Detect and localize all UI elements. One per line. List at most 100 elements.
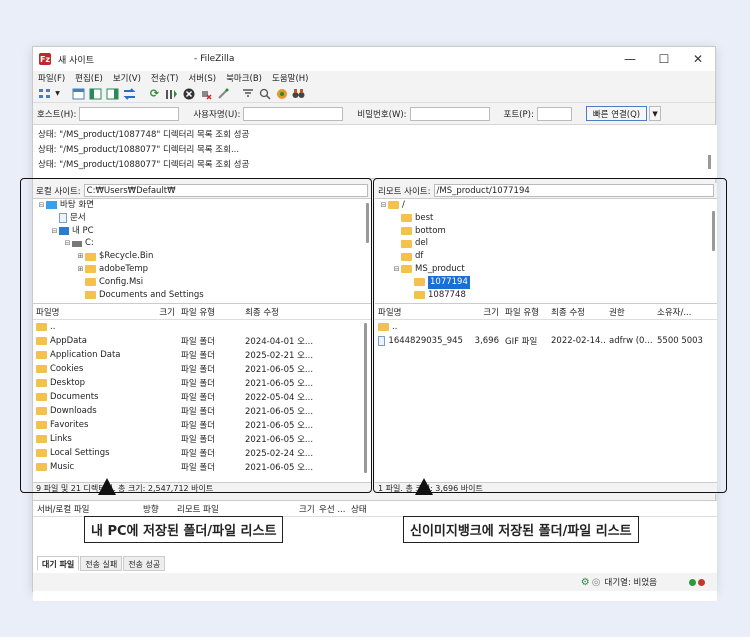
minimize-button[interactable]: — xyxy=(613,52,647,66)
toggle-queue-icon[interactable] xyxy=(122,86,137,101)
refresh-icon[interactable]: ⟳ xyxy=(147,86,162,101)
local-tree-scrollbar[interactable] xyxy=(366,203,369,243)
tree-item-bottom[interactable]: bottom xyxy=(375,225,717,238)
col-type[interactable]: 파일 유형 xyxy=(175,306,245,318)
table-row[interactable]: Cookies 파일 폴더 2021-06-05 오... xyxy=(33,362,371,376)
cancel-icon[interactable] xyxy=(181,86,196,101)
col-status[interactable]: 상태 xyxy=(351,503,391,515)
col-permissions[interactable]: 권한 xyxy=(605,306,653,318)
table-row[interactable]: AppData 파일 폴더 2024-04-01 오... xyxy=(33,334,371,348)
folder-icon xyxy=(85,265,96,274)
port-input[interactable] xyxy=(536,106,572,121)
filter-icon[interactable] xyxy=(240,86,255,101)
local-tree: ⊟ 바탕 화면 문서 ⊟ 내 PC ⊟ C: ⊞ $Recycle.Bin ⊞ adobe… xyxy=(33,199,371,304)
maximize-button[interactable]: ☐ xyxy=(647,52,681,66)
table-row[interactable]: .. xyxy=(375,320,717,334)
col-filename[interactable]: 파일명 xyxy=(33,306,153,318)
menu-bookmarks[interactable]: 북마크(B) xyxy=(226,72,262,84)
table-row[interactable]: Downloads 파일 폴더 2021-06-05 오... xyxy=(33,404,371,418)
col-modified[interactable]: 최종 수정 xyxy=(547,306,605,318)
local-pane: 로컬 사이트: C:₩Users₩Default₩ ⊟ 바탕 화면 문서 ⊟ 내 P… xyxy=(33,183,371,494)
col-owner[interactable]: 소유자/... xyxy=(653,306,703,318)
local-status: 9 파일 및 21 디렉터리. 총 크기: 2,547,712 바이트 xyxy=(33,482,371,494)
table-row[interactable]: Local Settings 파일 폴더 2025-02-24 오... xyxy=(33,446,371,460)
tree-item-my-pc[interactable]: ⊟ 내 PC xyxy=(33,225,371,238)
tree-item-recycle-bin[interactable]: ⊞ $Recycle.Bin xyxy=(33,250,371,263)
tree-item-1077194[interactable]: 1077194 xyxy=(375,275,717,289)
tree-item-root[interactable]: ⊟ / xyxy=(375,199,717,212)
tab-successful-transfers[interactable]: 전송 성공 xyxy=(123,556,166,571)
host-input[interactable] xyxy=(79,106,180,121)
quickconnect-dropdown[interactable]: ▼ xyxy=(649,106,662,121)
remote-path-input[interactable]: /MS_product/1077194 xyxy=(433,184,714,197)
table-row[interactable]: Music 파일 폴더 2021-06-05 오... xyxy=(33,460,371,474)
password-input[interactable] xyxy=(409,106,490,121)
dropdown-arrow-icon[interactable]: ▼ xyxy=(54,86,61,101)
tab-failed-transfers[interactable]: 전송 실패 xyxy=(80,556,123,571)
folder-icon xyxy=(401,226,412,235)
title-bar: Fz 새 사이트 - FileZilla — ☐ ✕ xyxy=(33,47,715,71)
table-row[interactable]: Application Data 파일 폴더 2025-02-21 오... xyxy=(33,348,371,362)
tab-queued-files[interactable]: 대기 파일 xyxy=(37,556,80,571)
menu-server[interactable]: 서버(S) xyxy=(188,72,216,84)
menu-transfer[interactable]: 전송(T) xyxy=(151,72,178,84)
queue-tabs: 대기 파일 전송 실패 전송 성공 xyxy=(37,556,166,571)
sync-browsing-icon[interactable] xyxy=(274,86,289,101)
file-name: Downloads xyxy=(50,406,97,416)
menu-edit[interactable]: 편집(E) xyxy=(75,72,103,84)
tree-item-del[interactable]: del xyxy=(375,237,717,250)
toggle-remote-tree-icon[interactable] xyxy=(105,86,120,101)
table-row[interactable]: Documents 파일 폴더 2022-05-04 오... xyxy=(33,390,371,404)
col-remote-file[interactable]: 리모트 파일 xyxy=(173,503,299,515)
col-type[interactable]: 파일 유형 xyxy=(499,306,547,318)
file-name: Local Settings xyxy=(50,448,110,458)
tree-item-documents-settings[interactable]: Documents and Settings xyxy=(33,289,371,302)
send-led-icon xyxy=(689,578,696,586)
col-direction[interactable]: 방향 xyxy=(143,503,173,515)
remote-tree-scrollbar[interactable] xyxy=(712,211,715,251)
tree-item-c-drive[interactable]: ⊟ C: xyxy=(33,237,371,250)
port-label: 포트(P): xyxy=(503,109,534,120)
log-scrollbar[interactable] xyxy=(708,155,711,169)
table-row[interactable]: Links 파일 폴더 2021-06-05 오... xyxy=(33,432,371,446)
table-row[interactable]: 1644829035_945... 3,696 GIF 파일 2022-02-14..… xyxy=(375,334,717,348)
tree-item-config-msi[interactable]: Config.Msi xyxy=(33,276,371,289)
folder-icon xyxy=(36,463,47,471)
quickconnect-button[interactable]: 빠른 연결(Q) xyxy=(585,106,648,121)
tree-item-documents[interactable]: 문서 xyxy=(33,212,371,225)
table-row[interactable]: .. xyxy=(33,320,371,334)
tree-item-1087748[interactable]: 1087748 xyxy=(375,289,717,302)
table-row[interactable]: Favorites 파일 폴더 2021-06-05 오... xyxy=(33,418,371,432)
local-path-input[interactable]: C:₩Users₩Default₩ xyxy=(83,184,368,197)
col-size[interactable]: 크기 xyxy=(153,306,175,318)
close-button[interactable]: ✕ xyxy=(681,52,715,66)
col-size[interactable]: 크기 xyxy=(299,503,319,515)
tree-item-ms-product[interactable]: ⊟ MS_product xyxy=(375,263,717,276)
menu-help[interactable]: 도움말(H) xyxy=(272,72,308,84)
search-icon[interactable] xyxy=(257,86,272,101)
col-server-local-file[interactable]: 서버/로컬 파일 xyxy=(33,503,143,515)
tree-item-best[interactable]: best xyxy=(375,212,717,225)
tree-item-desktop[interactable]: ⊟ 바탕 화면 xyxy=(33,199,371,212)
folder-icon xyxy=(36,337,47,345)
table-row[interactable]: Desktop 파일 폴더 2021-06-05 오... xyxy=(33,376,371,390)
disconnect-icon[interactable] xyxy=(198,86,213,101)
menu-view[interactable]: 보기(V) xyxy=(113,72,141,84)
toggle-local-tree-icon[interactable] xyxy=(88,86,103,101)
binoculars-icon[interactable] xyxy=(291,86,306,101)
filezilla-window: Fz 새 사이트 - FileZilla — ☐ ✕ 파일(F) 편집(E) 보… xyxy=(32,46,717,601)
site-manager-icon[interactable] xyxy=(37,86,52,101)
menu-file[interactable]: 파일(F) xyxy=(38,72,65,84)
tree-item-df[interactable]: df xyxy=(375,250,717,263)
reconnect-icon[interactable] xyxy=(215,86,230,101)
col-filename[interactable]: 파일명 xyxy=(375,306,463,318)
tree-item-adobetemp[interactable]: ⊞ adobeTemp xyxy=(33,263,371,276)
col-priority[interactable]: 우선 ... xyxy=(319,503,351,515)
username-input[interactable] xyxy=(243,106,344,121)
local-list-scrollbar[interactable] xyxy=(364,323,367,473)
file-modified: 2021-06-05 오... xyxy=(245,435,314,445)
process-queue-icon[interactable] xyxy=(164,86,179,101)
toggle-log-icon[interactable] xyxy=(71,86,86,101)
col-modified[interactable]: 최종 수정 xyxy=(245,306,345,318)
col-size[interactable]: 크기 xyxy=(463,306,499,318)
